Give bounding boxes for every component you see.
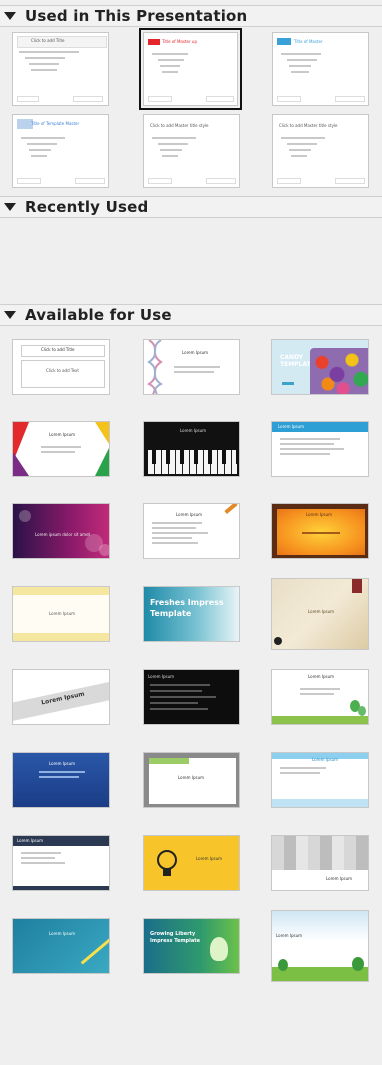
section-title-recent: Recently Used <box>25 198 149 216</box>
template-thumb-4[interactable]: Lorem Ipsum <box>12 421 110 477</box>
template-thumb-19[interactable]: Lorem Ipsum <box>12 835 110 891</box>
template-thumb-16[interactable]: Lorem Ipsum <box>12 752 110 808</box>
thumb-title: Title of Master <box>294 39 323 44</box>
template-thumb-20[interactable]: Lorem Ipsum <box>143 835 240 891</box>
dna-pattern-icon <box>147 340 163 394</box>
template-thumb-13[interactable]: Lorem Ipsum <box>12 669 110 725</box>
panel-empty-area <box>0 985 382 1065</box>
section-title-used: Used in This Presentation <box>25 7 248 25</box>
template-thumb-15[interactable]: Lorem Ipsum <box>271 669 369 725</box>
expand-triangle-icon[interactable] <box>4 203 16 211</box>
template-thumb-11[interactable]: Freshes Impress Template <box>143 586 240 642</box>
template-thumb-7[interactable]: Lorem ipsum dolor sit amet <box>12 503 110 559</box>
template-thumb-5[interactable]: Lorem Ipsum <box>143 421 240 477</box>
thumb-title: Title of Template Master <box>31 121 80 126</box>
master-slides-panel: Used in This Presentation Click to add T… <box>0 0 382 1065</box>
used-master-thumb-3[interactable]: Title of Master <box>272 32 369 106</box>
section-title-available: Available for Use <box>25 306 172 324</box>
used-master-thumb-4[interactable]: Title of Template Master <box>12 114 109 188</box>
template-thumb-6[interactable]: Lorem Ipsum <box>271 421 369 477</box>
template-thumb-3[interactable]: CANDY TEMPLATE <box>271 339 369 395</box>
expand-triangle-icon[interactable] <box>4 12 16 20</box>
template-thumb-14[interactable]: Lorem Ipsum <box>143 669 240 725</box>
template-thumb-8[interactable]: Lorem Ipsum <box>143 503 240 559</box>
template-thumb-10[interactable]: Lorem Ipsum <box>12 586 110 642</box>
used-master-thumb-2[interactable]: Title of Master up <box>139 28 242 110</box>
section-header-recent[interactable]: Recently Used <box>0 196 382 218</box>
template-thumb-24[interactable]: Lorem Ipsum <box>271 910 369 982</box>
thumb-title: Click to add Master title style <box>150 123 209 128</box>
template-thumb-18[interactable]: Lorem Ipsum <box>271 752 369 808</box>
used-master-thumb-5[interactable]: Click to add Master title style <box>143 114 240 188</box>
pencil-icon <box>224 504 238 515</box>
thumb-title: Click to add Title <box>31 38 65 43</box>
template-thumb-22[interactable]: Lorem Ipsum <box>12 918 110 974</box>
template-thumb-17[interactable]: Lorem Ipsum <box>143 752 240 808</box>
thumb-title: Title of Master up <box>162 39 197 44</box>
used-master-thumb-6[interactable]: Click to add Master title style <box>272 114 369 188</box>
template-thumb-9[interactable]: Lorem Ipsum <box>271 503 369 559</box>
section-header-available[interactable]: Available for Use <box>0 304 382 326</box>
template-thumb-12[interactable]: Lorem Ipsum <box>271 578 369 650</box>
section-header-used[interactable]: Used in This Presentation <box>0 5 382 27</box>
lightbulb-icon <box>157 850 177 876</box>
template-thumb-1[interactable]: Click to add Title Click to add Text <box>12 339 110 395</box>
template-thumb-2[interactable]: Lorem Ipsum <box>143 339 240 395</box>
thumb-title: Click to add Master title style <box>279 123 338 128</box>
expand-triangle-icon[interactable] <box>4 311 16 319</box>
template-thumb-23[interactable]: Growing Liberty Impress Template <box>143 918 240 974</box>
used-master-thumb-1[interactable]: Click to add Title <box>12 32 109 106</box>
template-thumb-21[interactable]: Lorem Ipsum <box>271 835 369 891</box>
